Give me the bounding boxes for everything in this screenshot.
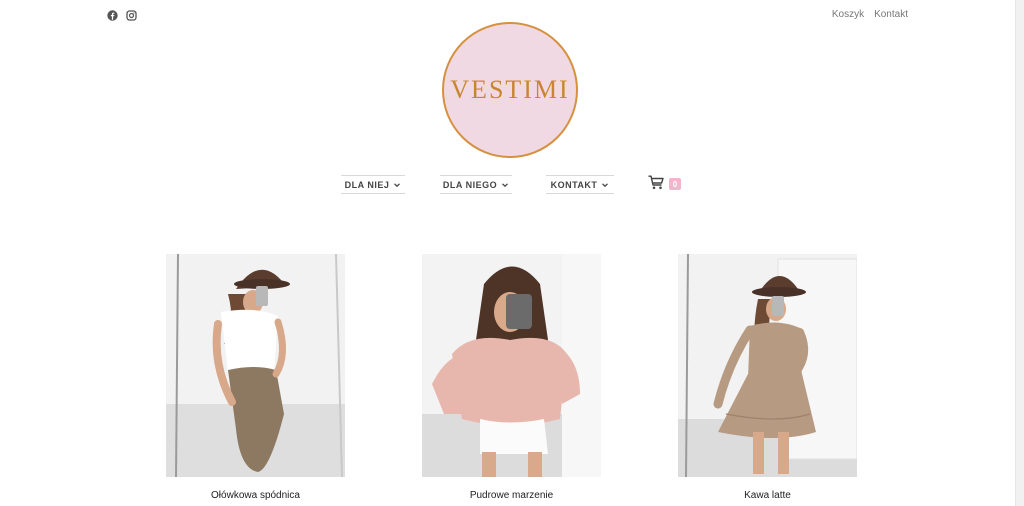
product-title[interactable]: Pudrowe marzenie: [402, 490, 621, 501]
product-photo-2[interactable]: [422, 254, 601, 477]
page-scrollbar[interactable]: [1015, 0, 1024, 506]
social-links: [107, 8, 137, 21]
product-title[interactable]: Kawa latte: [658, 490, 877, 501]
logo-text: VESTIMI: [450, 75, 570, 104]
chevron-down-icon: [393, 181, 401, 189]
nav-item-kontakt[interactable]: KONTAKT: [546, 175, 614, 194]
main-navigation: DLA NIEJ DLA NIEGO KONTAKT: [0, 175, 1016, 195]
contact-link[interactable]: Kontakt: [874, 9, 908, 20]
cart-link[interactable]: Koszyk: [832, 9, 864, 20]
product-card[interactable]: Kawa latte: [678, 254, 857, 501]
chevron-down-icon: [501, 181, 509, 189]
site-logo[interactable]: VESTIMI: [442, 22, 578, 158]
product-photo-3[interactable]: [678, 254, 857, 477]
nav-item-dla-niej[interactable]: DLA NIEJ: [341, 175, 405, 194]
nav-item-label: KONTAKT: [550, 179, 598, 190]
cart-count-badge[interactable]: 0: [669, 178, 681, 190]
product-card[interactable]: Pudrowe marzenie: [422, 254, 601, 501]
nav-item-label: DLA NIEGO: [442, 179, 498, 190]
nav-item-label: DLA NIEJ: [344, 179, 390, 190]
facebook-icon[interactable]: [107, 8, 118, 21]
instagram-icon[interactable]: [126, 8, 137, 21]
product-card[interactable]: Ołówkowa spódnica: [166, 254, 345, 501]
top-links: Koszyk Kontakt: [832, 9, 908, 20]
chevron-down-icon: [601, 181, 609, 189]
nav-item-dla-niego[interactable]: DLA NIEGO: [440, 175, 512, 194]
product-photo-1[interactable]: [166, 254, 345, 477]
product-title[interactable]: Ołówkowa spódnica: [146, 490, 365, 501]
cart-icon[interactable]: [648, 175, 664, 190]
